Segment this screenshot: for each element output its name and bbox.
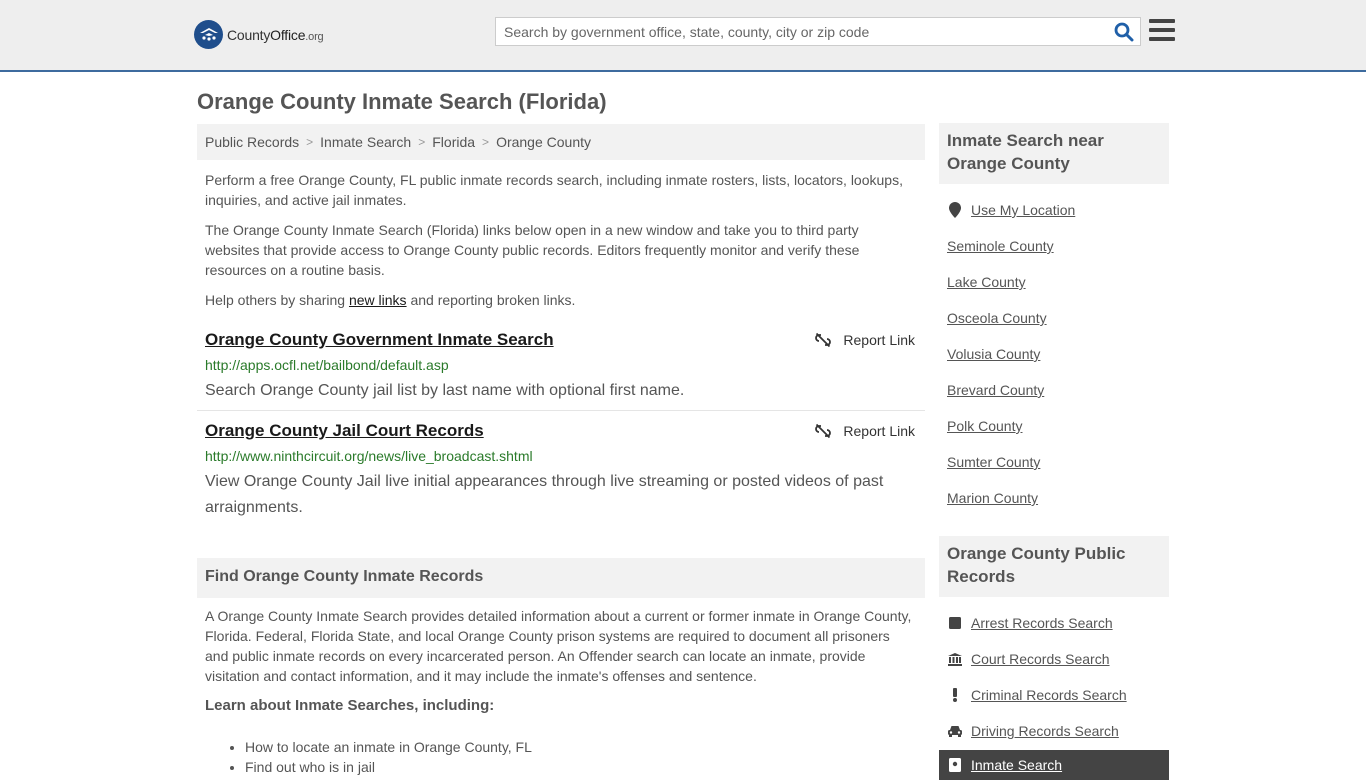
result-url: http://apps.ocfl.net/bailbond/default.as… bbox=[205, 357, 449, 373]
id-badge-icon bbox=[947, 758, 963, 772]
result-url: http://www.ninthcircuit.org/news/live_br… bbox=[205, 448, 533, 464]
report-link-button[interactable]: Report Link bbox=[815, 423, 915, 439]
nearby-county-link[interactable]: Sumter County bbox=[947, 454, 1040, 470]
logo-text: CountyOffice.org bbox=[227, 26, 324, 43]
section-paragraph: A Orange County Inmate Search provides d… bbox=[205, 608, 912, 684]
nearby-county-link[interactable]: Seminole County bbox=[947, 238, 1054, 254]
breadcrumb-public-records[interactable]: Public Records bbox=[205, 134, 299, 150]
intro-paragraph: Perform a free Orange County, FL public … bbox=[205, 172, 903, 208]
arrest-records-link[interactable]: Arrest Records Search bbox=[947, 615, 1113, 631]
nearby-county-link[interactable]: Osceola County bbox=[947, 310, 1047, 326]
site-header: CountyOffice.org bbox=[0, 0, 1366, 72]
logo[interactable]: CountyOffice.org bbox=[194, 20, 324, 49]
chevron-right-icon: > bbox=[306, 135, 314, 149]
share-paragraph: Help others by sharing new links and rep… bbox=[205, 292, 576, 308]
result-description: Search Orange County jail list by last n… bbox=[205, 382, 685, 399]
list-item: How to locate an inmate in Orange County… bbox=[245, 737, 532, 757]
search-icon[interactable] bbox=[1114, 22, 1134, 42]
use-my-location-link[interactable]: Use My Location bbox=[947, 202, 1075, 218]
section-heading: Find Orange County Inmate Records bbox=[197, 558, 925, 598]
broken-link-icon bbox=[815, 423, 832, 439]
nearby-county-link[interactable]: Volusia County bbox=[947, 346, 1040, 362]
nearby-county-link[interactable]: Brevard County bbox=[947, 382, 1044, 398]
breadcrumb-florida[interactable]: Florida bbox=[432, 134, 475, 150]
court-records-link[interactable]: Court Records Search bbox=[947, 651, 1110, 667]
square-icon bbox=[947, 617, 963, 629]
hamburger-menu-icon[interactable] bbox=[1149, 19, 1175, 43]
courthouse-icon bbox=[947, 652, 963, 666]
new-links-link[interactable]: new links bbox=[349, 292, 407, 308]
nearby-county-link[interactable]: Marion County bbox=[947, 490, 1038, 506]
nearby-heading: Inmate Search near Orange County bbox=[939, 123, 1169, 184]
report-link-button[interactable]: Report Link bbox=[815, 332, 915, 348]
car-icon bbox=[947, 725, 963, 737]
result-description: View Orange County Jail live initial app… bbox=[205, 473, 884, 516]
chevron-right-icon: > bbox=[482, 135, 490, 149]
exclamation-icon bbox=[947, 688, 963, 702]
criminal-records-link[interactable]: Criminal Records Search bbox=[947, 687, 1127, 703]
result-title-link[interactable]: Orange County Jail Court Records bbox=[205, 421, 484, 441]
learn-list: How to locate an inmate in Orange County… bbox=[245, 737, 532, 777]
learn-heading: Learn about Inmate Searches, including: bbox=[205, 697, 495, 714]
map-pin-icon bbox=[947, 202, 963, 218]
logo-seal-icon bbox=[194, 20, 223, 49]
page-title: Orange County Inmate Search (Florida) bbox=[197, 89, 607, 114]
divider bbox=[197, 410, 925, 411]
breadcrumb: Public Records > Inmate Search > Florida… bbox=[197, 124, 925, 160]
breadcrumb-orange-county: Orange County bbox=[496, 134, 592, 150]
nearby-county-link[interactable]: Lake County bbox=[947, 274, 1026, 290]
driving-records-link[interactable]: Driving Records Search bbox=[947, 723, 1119, 739]
inmate-search-link-active[interactable]: Inmate Search bbox=[939, 750, 1169, 780]
nearby-county-link[interactable]: Polk County bbox=[947, 418, 1022, 434]
broken-link-icon bbox=[815, 332, 832, 348]
search-input[interactable] bbox=[496, 18, 1106, 45]
list-item: Find out who is in jail bbox=[245, 757, 532, 777]
public-records-heading: Orange County Public Records bbox=[939, 536, 1169, 597]
search-box bbox=[495, 17, 1141, 46]
chevron-right-icon: > bbox=[418, 135, 426, 149]
result-title-link[interactable]: Orange County Government Inmate Search bbox=[205, 330, 554, 350]
disclaimer-paragraph: The Orange County Inmate Search (Florida… bbox=[205, 222, 860, 278]
breadcrumb-inmate-search[interactable]: Inmate Search bbox=[320, 134, 411, 150]
